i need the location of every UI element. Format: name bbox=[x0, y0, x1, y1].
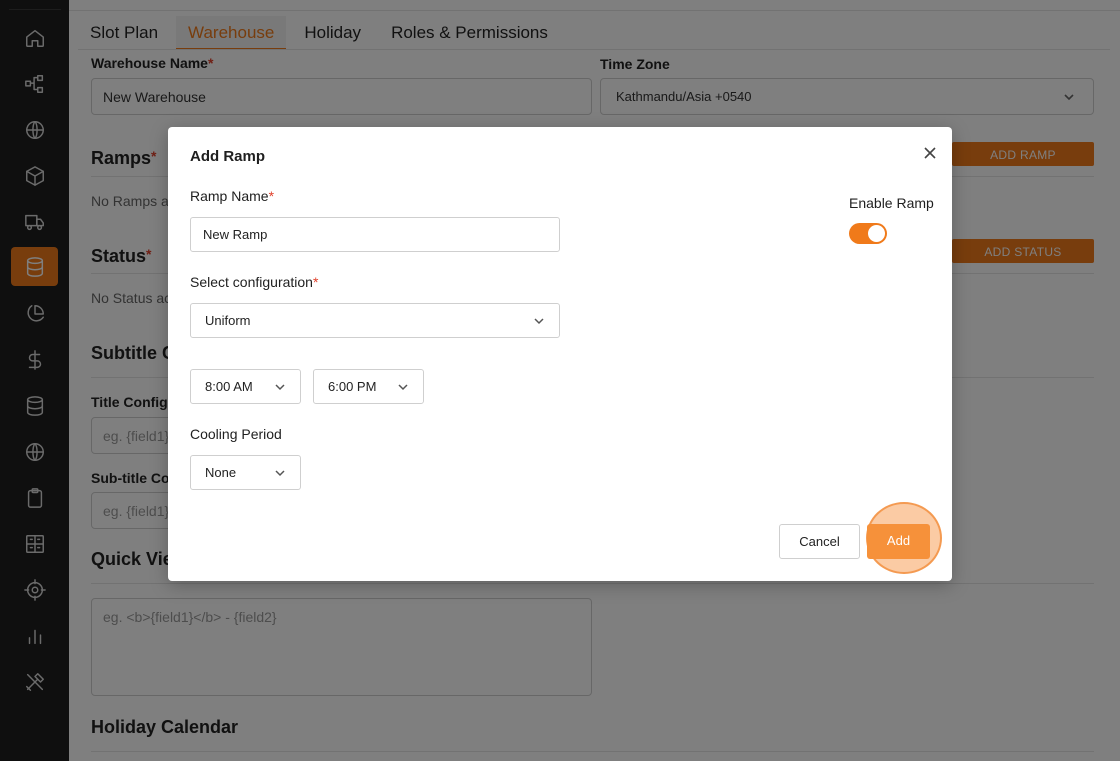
enable-ramp-label: Enable Ramp bbox=[849, 195, 934, 211]
config-label: Select configuration* bbox=[190, 274, 319, 290]
toggle-knob bbox=[868, 225, 885, 242]
close-icon[interactable] bbox=[922, 145, 938, 161]
ramp-name-input[interactable]: New Ramp bbox=[190, 217, 560, 252]
start-time-value: 8:00 AM bbox=[205, 379, 253, 394]
chevron-down-icon bbox=[397, 381, 409, 393]
chevron-down-icon bbox=[274, 467, 286, 479]
enable-ramp-toggle[interactable] bbox=[849, 223, 887, 244]
config-value: Uniform bbox=[205, 313, 251, 328]
cooling-period-select[interactable]: None bbox=[190, 455, 301, 490]
cancel-button[interactable]: Cancel bbox=[779, 524, 860, 559]
cooling-period-label: Cooling Period bbox=[190, 426, 282, 442]
chevron-down-icon bbox=[533, 315, 545, 327]
add-button[interactable]: Add bbox=[867, 524, 930, 559]
end-time-select[interactable]: 6:00 PM bbox=[313, 369, 424, 404]
cooling-period-value: None bbox=[205, 465, 237, 480]
start-time-select[interactable]: 8:00 AM bbox=[190, 369, 301, 404]
modal-title: Add Ramp bbox=[190, 148, 265, 165]
config-select[interactable]: Uniform bbox=[190, 303, 560, 338]
add-ramp-modal: Add Ramp Ramp Name* New Ramp Enable Ramp… bbox=[168, 127, 952, 581]
chevron-down-icon bbox=[274, 381, 286, 393]
end-time-value: 6:00 PM bbox=[328, 379, 377, 394]
ramp-name-label: Ramp Name* bbox=[190, 188, 275, 204]
